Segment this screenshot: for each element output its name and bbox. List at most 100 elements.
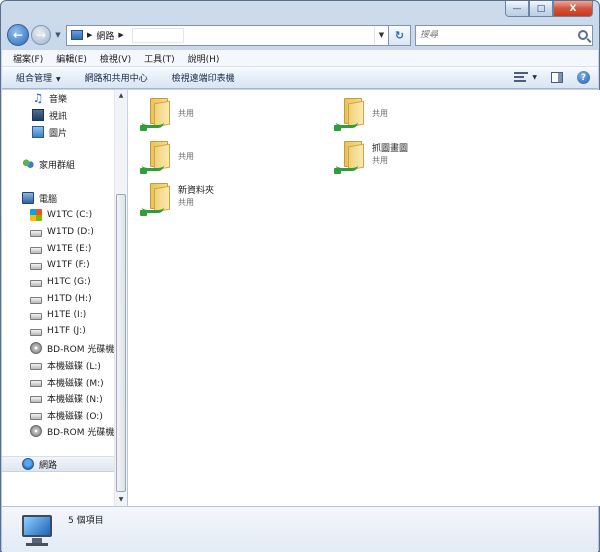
homegroup-icon: [22, 158, 34, 170]
menu-edit[interactable]: 編輯(E): [51, 52, 95, 65]
nav-item-drive-n[interactable]: 本機磁碟 (N:): [30, 390, 103, 406]
shared-folder-type: 共用: [178, 152, 194, 161]
drive-icon: [30, 413, 42, 420]
back-button[interactable]: ←: [7, 24, 29, 46]
address-dropdown-button[interactable]: ▼: [374, 25, 388, 45]
nav-item-label: 本機磁碟 (N:): [47, 394, 103, 405]
nav-item-drive-l[interactable]: 本機磁碟 (L:): [30, 357, 101, 373]
command-bar: 組合管理 ▼ 網路和共用中心 檢視遠端印表機 ▼ ?: [2, 67, 598, 89]
nav-item-drive-d[interactable]: W1TD (D:): [30, 224, 94, 240]
shared-folder-item[interactable]: 共用: [140, 139, 194, 175]
network-location-icon: [71, 30, 83, 40]
shared-folder-text: 共用: [372, 96, 388, 119]
shared-folder-type: 共用: [372, 109, 388, 118]
menu-help[interactable]: 說明(H): [183, 52, 228, 65]
search-icon[interactable]: [578, 30, 588, 40]
file-list: 共用 共用 共用 抓圖畫圖 共用 新資料夾 共用: [128, 90, 600, 506]
shared-folder-icon: [140, 96, 172, 132]
nav-item-drive-h[interactable]: H1TD (H:): [30, 291, 92, 307]
nav-item-drive-j[interactable]: H1TF (J:): [30, 323, 86, 339]
breadcrumb-separator-icon[interactable]: ▶: [118, 31, 123, 39]
nav-pane-scrollbar[interactable]: ▲ ▼: [114, 90, 127, 506]
chevron-down-icon[interactable]: ▼: [532, 74, 537, 81]
menu-tools[interactable]: 工具(T): [139, 52, 183, 65]
forward-button[interactable]: →: [31, 25, 51, 45]
menu-view[interactable]: 檢視(V): [95, 52, 139, 65]
nav-item-drive-i[interactable]: H1TE (I:): [30, 307, 86, 323]
nav-item-label: W1TF (F:): [47, 260, 90, 270]
network-sharing-center-button[interactable]: 網路和共用中心: [85, 71, 148, 84]
nav-item-computer[interactable]: 電腦: [22, 190, 57, 206]
explorer-window: — □ X ← → ▼ ▶ 網路 ▶ ▼ ↻ 檔案(F) 編輯(E) 檢視(V)…: [0, 0, 600, 552]
search-box[interactable]: [415, 24, 593, 46]
nav-item-label: 本機磁碟 (M:): [47, 378, 104, 389]
drive-icon: [30, 297, 42, 304]
minimize-button[interactable]: —: [505, 1, 529, 17]
cd-drive-icon: [30, 342, 42, 354]
recent-pages-button[interactable]: ▼: [53, 31, 63, 39]
organize-button[interactable]: 組合管理 ▼: [16, 71, 61, 84]
nav-item-drive-e[interactable]: W1TE (E:): [30, 241, 91, 257]
nav-item-label: 家用群組: [39, 160, 76, 171]
nav-item-label: 音樂: [49, 94, 68, 105]
item-count: 5 個項目: [68, 516, 104, 526]
forward-arrow-icon: →: [35, 28, 47, 42]
change-view-icon[interactable]: [514, 72, 529, 83]
shared-folder-name: 抓圖畫圖: [372, 144, 409, 154]
shared-folder-item[interactable]: 抓圖畫圖 共用: [334, 139, 408, 175]
drive-icon: [30, 396, 42, 403]
nav-item-label: W1TE (E:): [47, 244, 92, 254]
nav-item-label: BD-ROM 光碟機: [47, 427, 114, 438]
scroll-down-icon[interactable]: ▼: [115, 494, 127, 506]
nav-item-bd-rom-2[interactable]: BD-ROM 光碟機: [30, 423, 114, 439]
drive-icon: [30, 329, 42, 336]
shared-folder-item[interactable]: 共用: [140, 96, 194, 132]
nav-item-drive-o[interactable]: 本機磁碟 (O:): [30, 407, 103, 423]
nav-item-drive-m[interactable]: 本機磁碟 (M:): [30, 374, 104, 390]
navigation-row: ← → ▼ ▶ 網路 ▶ ▼ ↻: [7, 23, 593, 47]
view-remote-printers-label: 檢視遠端印表機: [171, 74, 235, 84]
nav-item-music[interactable]: ♫ 音樂: [32, 90, 67, 106]
nav-item-video[interactable]: 視訊: [32, 107, 67, 123]
maximize-icon: □: [536, 3, 546, 14]
shared-folder-item[interactable]: 新資料夾 共用: [140, 181, 214, 217]
shared-folder-icon: [334, 96, 366, 132]
search-input[interactable]: [420, 30, 578, 40]
shared-folder-text: 抓圖畫圖 共用: [372, 139, 408, 166]
maximize-button[interactable]: □: [529, 1, 553, 17]
address-bar[interactable]: ▶ 網路 ▶ ▼: [66, 24, 389, 46]
close-icon: X: [569, 3, 577, 14]
breadcrumb-network[interactable]: 網路: [96, 29, 114, 42]
breadcrumb-separator-icon[interactable]: ▶: [87, 31, 92, 39]
shared-folder-type: 共用: [372, 156, 388, 165]
nav-item-label: H1TC (G:): [47, 277, 91, 287]
nav-item-label: W1TC (C:): [47, 210, 93, 220]
view-remote-printers-button[interactable]: 檢視遠端印表機: [172, 71, 235, 84]
nav-item-drive-f[interactable]: W1TF (F:): [30, 257, 90, 273]
menu-file[interactable]: 檔案(F): [8, 52, 51, 65]
nav-item-label: W1TD (D:): [47, 227, 94, 237]
nav-item-drive-c[interactable]: W1TC (C:): [30, 207, 92, 223]
help-icon[interactable]: ?: [577, 71, 590, 84]
nav-item-label: BD-ROM 光碟機: [47, 344, 114, 355]
close-button[interactable]: X: [553, 1, 593, 17]
nav-item-drive-g[interactable]: H1TC (G:): [30, 274, 91, 290]
minimize-icon: —: [512, 3, 522, 14]
scroll-thumb[interactable]: [116, 194, 126, 492]
nav-item-homegroup[interactable]: 家用群組: [22, 156, 75, 172]
refresh-button[interactable]: ↻: [389, 24, 411, 46]
nav-item-pictures[interactable]: 圖片: [32, 124, 67, 140]
nav-item-label: 電腦: [39, 194, 58, 205]
shared-folder-type: 共用: [178, 109, 194, 118]
preview-pane-icon[interactable]: [551, 72, 563, 83]
caption-buttons: — □ X: [505, 1, 593, 17]
shared-folder-item[interactable]: 共用: [334, 96, 388, 132]
breadcrumb-empty-segment[interactable]: [131, 27, 184, 43]
chevron-down-icon: ▼: [55, 31, 61, 39]
shared-folder-text: 共用: [178, 96, 194, 119]
nav-item-network[interactable]: 網路: [2, 456, 114, 472]
back-arrow-icon: ←: [12, 28, 24, 42]
scroll-up-icon[interactable]: ▲: [115, 90, 127, 102]
nav-item-label: 圖片: [49, 128, 68, 139]
nav-item-bd-rom-1[interactable]: BD-ROM 光碟機: [30, 340, 114, 356]
